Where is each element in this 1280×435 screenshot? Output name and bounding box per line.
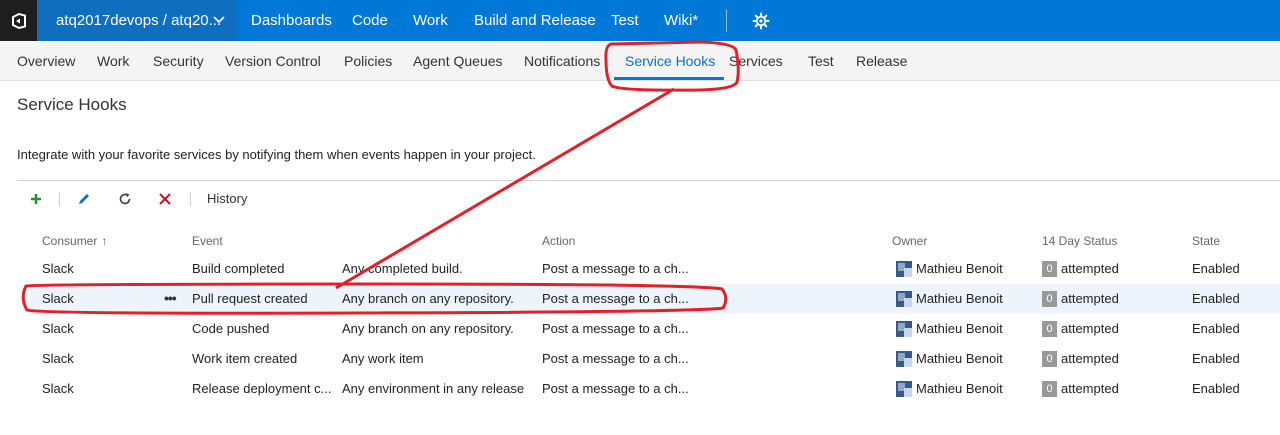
tab-agent-queues[interactable]: Agent Queues xyxy=(413,41,503,81)
history-button[interactable]: History xyxy=(207,191,247,206)
avatar xyxy=(896,291,912,307)
event-cell: Build completed xyxy=(192,261,285,276)
project-selector[interactable]: atq2017devops / atq20... xyxy=(37,0,237,41)
state-cell: Enabled xyxy=(1192,381,1240,396)
nav-wiki[interactable]: Wiki* xyxy=(664,0,698,41)
event-cell: Release deployment c... xyxy=(192,381,332,396)
tab-notifications[interactable]: Notifications xyxy=(524,41,600,81)
column-header-action[interactable]: Action xyxy=(542,234,575,248)
status-count-badge: 0 xyxy=(1042,261,1057,277)
event-cell: Code pushed xyxy=(192,321,270,336)
page-title: Service Hooks xyxy=(17,95,127,114)
nav-build-and-release[interactable]: Build and Release xyxy=(474,0,596,41)
nav-work[interactable]: Work xyxy=(413,0,448,41)
action-cell: Post a message to a ch... xyxy=(542,291,689,306)
gear-icon[interactable] xyxy=(752,12,770,30)
status-count-badge: 0 xyxy=(1042,381,1057,397)
tab-test[interactable]: Test xyxy=(808,41,834,81)
tab-overview[interactable]: Overview xyxy=(17,41,75,81)
more-actions-icon[interactable]: ••• xyxy=(164,284,177,314)
status-cell: attempted xyxy=(1061,351,1119,366)
filter-cell: Any branch on any repository. xyxy=(342,291,514,306)
table-row[interactable]: Slack ••• Pull request created Any branc… xyxy=(30,284,1280,314)
refresh-icon[interactable] xyxy=(116,190,134,208)
project-name: atq2017devops / atq20... xyxy=(56,12,222,29)
column-header-consumer-label: Consumer xyxy=(42,234,98,248)
filter-cell: Any completed build. xyxy=(342,261,463,276)
owner-cell: Mathieu Benoit xyxy=(916,351,1003,366)
status-count-badge: 0 xyxy=(1042,291,1057,307)
table-row[interactable]: Slack Work item created Any work item Po… xyxy=(30,344,1280,374)
table-row[interactable]: Slack Release deployment c... Any enviro… xyxy=(30,374,1280,404)
action-cell: Post a message to a ch... xyxy=(542,381,689,396)
state-cell: Enabled xyxy=(1192,351,1240,366)
status-cell: attempted xyxy=(1061,381,1119,396)
filter-cell: Any branch on any repository. xyxy=(342,321,514,336)
status-count-badge: 0 xyxy=(1042,321,1057,337)
action-cell: Post a message to a ch... xyxy=(542,321,689,336)
action-cell: Post a message to a ch... xyxy=(542,261,689,276)
consumer-cell: Slack xyxy=(42,351,74,366)
consumer-cell: Slack xyxy=(42,321,74,336)
owner-cell: Mathieu Benoit xyxy=(916,321,1003,336)
close-icon[interactable] xyxy=(156,190,174,208)
nav-dashboards[interactable]: Dashboards xyxy=(251,0,332,41)
tab-services[interactable]: Services xyxy=(729,41,783,81)
tab-service-hooks[interactable]: Service Hooks xyxy=(625,41,715,81)
column-header-event[interactable]: Event xyxy=(192,234,223,248)
filter-cell: Any environment in any release xyxy=(342,381,525,396)
column-header-status[interactable]: 14 Day Status xyxy=(1042,234,1117,248)
column-header-owner[interactable]: Owner xyxy=(892,234,927,248)
consumer-cell: Slack xyxy=(42,261,74,276)
owner-cell: Mathieu Benoit xyxy=(916,291,1003,306)
action-cell: Post a message to a ch... xyxy=(542,351,689,366)
avatar xyxy=(896,381,912,397)
state-cell: Enabled xyxy=(1192,261,1240,276)
page-description: Integrate with your favorite services by… xyxy=(17,147,536,162)
avatar xyxy=(896,321,912,337)
tab-release[interactable]: Release xyxy=(856,41,907,81)
event-cell: Pull request created xyxy=(192,291,308,306)
plus-icon[interactable] xyxy=(27,190,45,208)
top-navigation-bar: atq2017devops / atq20... Dashboards Code… xyxy=(0,0,1280,41)
column-header-consumer[interactable]: Consumer ↑ xyxy=(42,234,107,248)
admin-tab-bar: Overview Work Security Version Control P… xyxy=(0,41,1280,81)
pencil-icon[interactable] xyxy=(75,190,93,208)
nav-test[interactable]: Test xyxy=(611,0,639,41)
table-row[interactable]: Slack Build completed Any completed buil… xyxy=(30,254,1280,284)
tab-policies[interactable]: Policies xyxy=(344,41,392,81)
consumer-cell: Slack xyxy=(42,291,74,306)
chevron-down-icon xyxy=(213,16,225,24)
vsts-logo-icon[interactable] xyxy=(0,0,37,41)
tab-security[interactable]: Security xyxy=(153,41,204,81)
status-count-badge: 0 xyxy=(1042,351,1057,367)
nav-divider xyxy=(726,10,727,32)
avatar xyxy=(896,351,912,367)
active-tab-indicator xyxy=(614,77,724,80)
tab-work[interactable]: Work xyxy=(97,41,129,81)
divider xyxy=(17,180,1280,181)
owner-cell: Mathieu Benoit xyxy=(916,261,1003,276)
toolbar-separator xyxy=(59,192,60,206)
filter-cell: Any work item xyxy=(342,351,424,366)
event-cell: Work item created xyxy=(192,351,298,366)
tab-version-control[interactable]: Version Control xyxy=(225,41,321,81)
table-row[interactable]: Slack Code pushed Any branch on any repo… xyxy=(30,314,1280,344)
nav-code[interactable]: Code xyxy=(352,0,388,41)
sort-ascending-icon: ↑ xyxy=(101,234,108,248)
state-cell: Enabled xyxy=(1192,321,1240,336)
consumer-cell: Slack xyxy=(42,381,74,396)
avatar xyxy=(896,261,912,277)
toolbar-separator xyxy=(190,192,191,206)
column-header-state[interactable]: State xyxy=(1192,234,1220,248)
state-cell: Enabled xyxy=(1192,291,1240,306)
status-cell: attempted xyxy=(1061,291,1119,306)
owner-cell: Mathieu Benoit xyxy=(916,381,1003,396)
status-cell: attempted xyxy=(1061,321,1119,336)
status-cell: attempted xyxy=(1061,261,1119,276)
